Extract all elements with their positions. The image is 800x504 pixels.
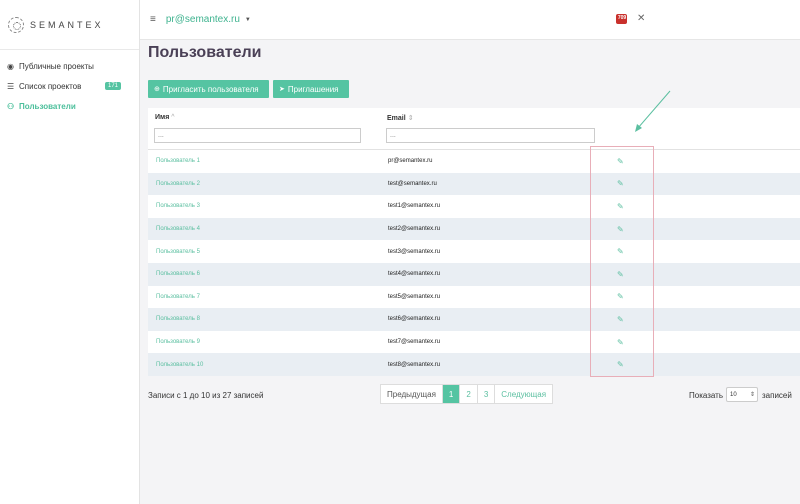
user-email: test5@semantex.ru <box>388 293 441 300</box>
users-table: Имя^ Email⇕ Пользователь 1 pr@semantex.r… <box>148 108 800 376</box>
users-icon: ⚇ <box>7 101 15 111</box>
topbar: ≡ pr@semantex.ru ▼ <box>140 0 800 40</box>
table-row: Пользователь 6 test4@semantex.ru ✎ <box>148 262 800 286</box>
user-email: test1@semantex.ru <box>388 203 441 210</box>
column-name-label: Имя <box>155 114 170 121</box>
sidebar: SEMANTEX ◉ Публичные проекты ☰ Список пр… <box>0 0 140 504</box>
sidebar-item-label: Публичные проекты <box>19 61 94 71</box>
page-size-select[interactable]: 10 ⇕ <box>726 387 758 402</box>
user-name-link[interactable]: Пользователь 10 <box>156 362 203 368</box>
sidebar-item-projects-list[interactable]: ☰ Список проектов 171 <box>0 76 139 96</box>
invite-user-button[interactable]: ⊕ Пригласить пользователя <box>148 80 269 98</box>
user-name-link[interactable]: Пользователь 3 <box>156 203 200 209</box>
table-row: Пользователь 5 test3@semantex.ru ✎ <box>148 240 800 263</box>
logo[interactable]: SEMANTEX <box>0 0 139 50</box>
user-name-link[interactable]: Пользователь 7 <box>156 294 200 300</box>
page-button-2[interactable]: 2 <box>460 385 478 403</box>
sort-asc-icon: ^ <box>171 114 175 121</box>
plus-circle-icon: ⊕ <box>154 86 160 93</box>
user-email: test3@semantex.ru <box>388 248 441 255</box>
select-arrows-icon: ⇕ <box>749 392 755 398</box>
brand-name: SEMANTEX <box>30 19 104 30</box>
tools-icon[interactable]: ✕ <box>637 13 645 24</box>
table-row: Пользователь 7 test5@semantex.ru ✎ <box>148 285 800 309</box>
user-name-link[interactable]: Пользователь 5 <box>156 249 200 255</box>
annotation-arrow-icon <box>635 90 671 132</box>
table-row: Пользователь 4 test2@semantex.ru ✎ <box>148 217 800 241</box>
list-icon: ☰ <box>7 81 15 91</box>
next-page-button[interactable]: Следующая <box>495 385 552 403</box>
email-filter-input[interactable] <box>386 128 595 143</box>
user-name-link[interactable]: Пользователь 2 <box>156 181 200 187</box>
page-size-label: Показать <box>689 391 724 400</box>
user-name-link[interactable]: Пользователь 6 <box>156 271 200 277</box>
user-name-link[interactable]: Пользователь 1 <box>156 158 200 164</box>
page-title: Пользователи <box>148 44 262 61</box>
eye-icon: ◉ <box>7 61 14 71</box>
user-email: test8@semantex.ru <box>388 361 441 368</box>
sidebar-nav: ◉ Публичные проекты ☰ Список проектов 17… <box>0 50 139 116</box>
page-size-suffix: записей <box>762 391 792 400</box>
menu-toggle-icon[interactable]: ≡ <box>150 14 156 25</box>
column-header-name[interactable]: Имя ^ <box>155 114 175 121</box>
projects-count-badge: 171 <box>104 82 121 90</box>
invite-user-label: Пригласить пользователя <box>162 84 259 94</box>
sidebar-item-users[interactable]: ⚇ Пользователи <box>0 96 139 116</box>
notifications-count: 709 <box>617 15 627 21</box>
records-info: Записи с 1 до 10 из 27 записей <box>148 391 264 400</box>
column-email-label: Email <box>387 115 406 122</box>
page-button-3[interactable]: 3 <box>478 385 496 403</box>
user-name-link[interactable]: Пользователь 9 <box>156 339 200 345</box>
pagination: Предыдущая 1 2 3 Следующая <box>380 384 554 404</box>
prev-page-button[interactable]: Предыдущая <box>381 385 443 403</box>
invitations-label: Приглашения <box>287 84 339 94</box>
table-row: Пользователь 1 pr@semantex.ru ✎ <box>148 150 800 173</box>
column-header-email[interactable]: Email ⇕ <box>387 114 414 122</box>
sidebar-item-label: Список проектов <box>19 81 82 91</box>
table-row: Пользователь 10 test8@semantex.ru ✎ <box>148 353 800 376</box>
table-row: Пользователь 8 test6@semantex.ru ✎ <box>148 308 800 331</box>
table-header: Имя ^ Email ⇕ <box>148 108 800 150</box>
user-name-link[interactable]: Пользователь 4 <box>156 226 200 232</box>
invitations-button[interactable]: ➤ Приглашения <box>273 80 349 98</box>
user-email: pr@semantex.ru <box>388 158 433 165</box>
user-name-link[interactable]: Пользователь 8 <box>156 316 200 322</box>
send-icon: ➤ <box>279 86 285 93</box>
sort-icon: ⇕ <box>407 115 414 122</box>
page-size-value: 10 <box>730 391 737 398</box>
user-email: test4@semantex.ru <box>388 271 441 278</box>
table-row: Пользователь 3 test1@semantex.ru ✎ <box>148 195 800 218</box>
user-email: test@semantex.ru <box>388 180 437 187</box>
sidebar-item-label: Пользователи <box>19 101 76 111</box>
logo-icon <box>8 16 24 33</box>
chevron-down-icon[interactable]: ▼ <box>245 17 251 23</box>
table-row: Пользователь 2 test@semantex.ru ✎ <box>148 172 800 196</box>
table-row: Пользователь 9 test7@semantex.ru ✎ <box>148 330 800 354</box>
edit-column-highlight <box>590 146 654 377</box>
account-selector[interactable]: pr@semantex.ru <box>166 14 240 25</box>
user-email: test2@semantex.ru <box>388 226 441 233</box>
user-email: test7@semantex.ru <box>388 339 441 346</box>
sidebar-item-public-projects[interactable]: ◉ Публичные проекты <box>0 56 139 76</box>
page-button-1[interactable]: 1 <box>442 385 461 403</box>
name-filter-input[interactable] <box>154 128 361 143</box>
user-email: test6@semantex.ru <box>388 316 441 323</box>
